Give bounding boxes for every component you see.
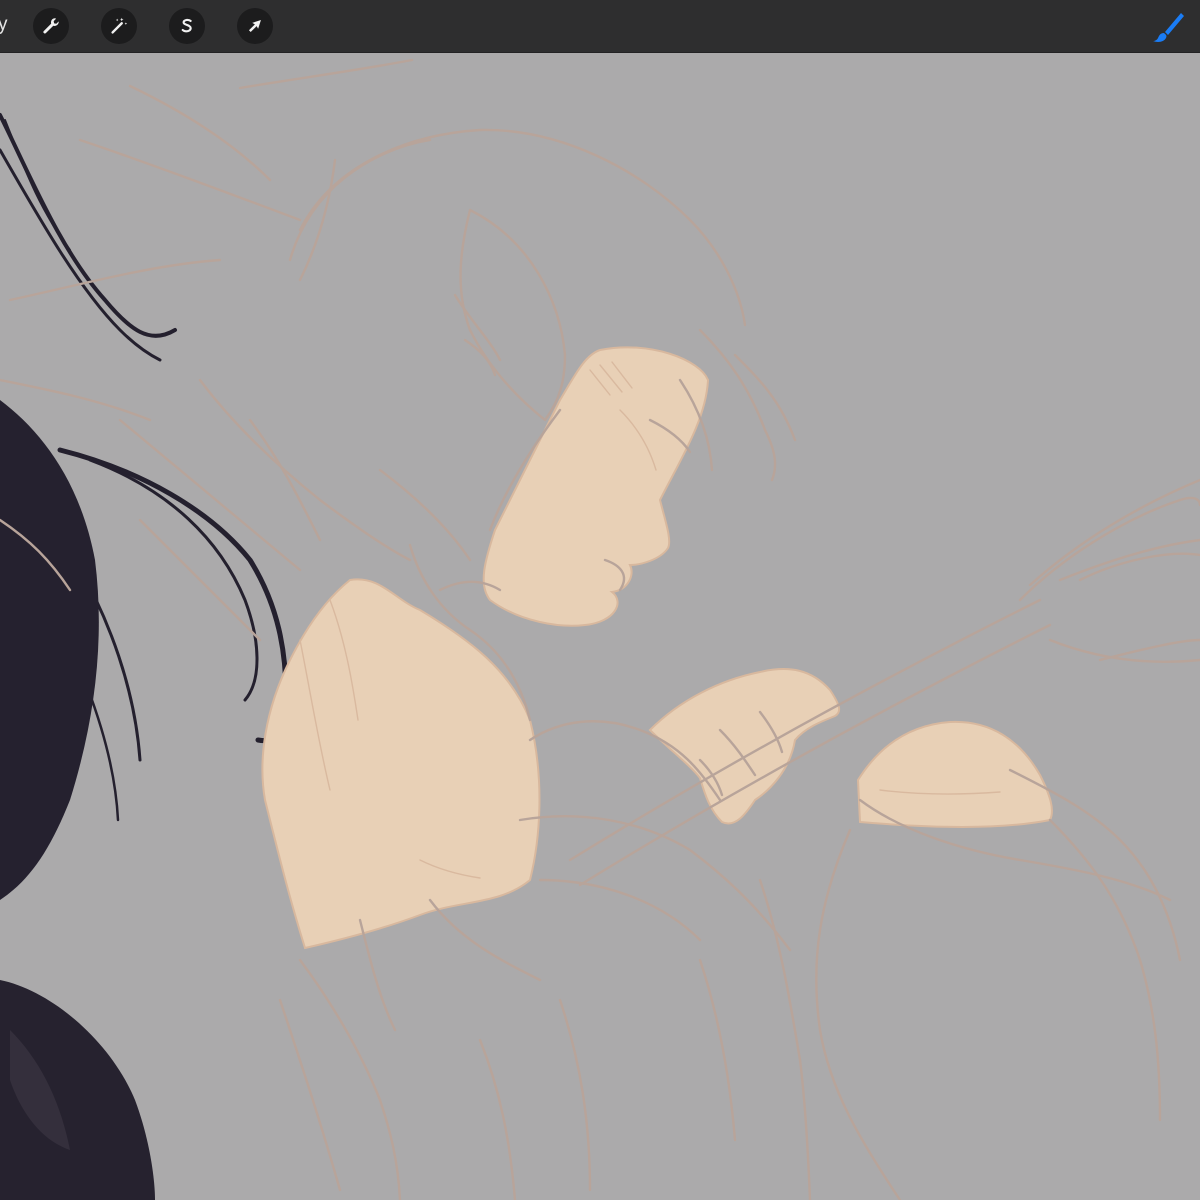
paintbrush-icon (1153, 13, 1184, 42)
selection-button[interactable] (169, 8, 205, 44)
actions-button[interactable] (33, 8, 69, 44)
gallery-button[interactable]: y (0, 14, 8, 36)
selection-s-icon (181, 18, 192, 33)
top-toolbar: y (0, 0, 1200, 53)
adjustments-button[interactable] (101, 8, 137, 44)
brush-button[interactable] (1150, 10, 1186, 44)
wrench-icon (43, 18, 59, 34)
transform-button[interactable] (237, 8, 273, 44)
arrow-cursor-icon (248, 20, 261, 33)
magic-wand-icon (111, 17, 128, 34)
artwork (0, 53, 1200, 1200)
drawing-canvas[interactable] (0, 53, 1200, 1200)
